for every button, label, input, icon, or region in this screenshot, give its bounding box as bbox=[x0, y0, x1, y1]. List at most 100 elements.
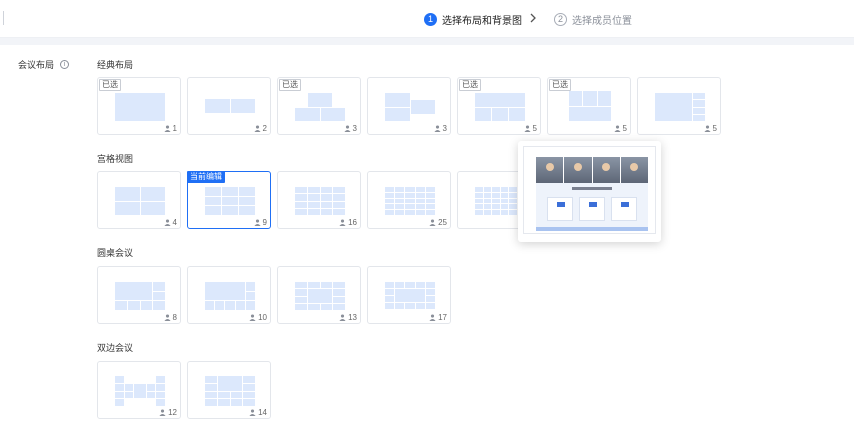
layout-thumbnail bbox=[115, 187, 165, 215]
layout-thumbnail bbox=[385, 187, 435, 215]
person-icon bbox=[343, 125, 351, 132]
member-count-value: 13 bbox=[348, 313, 357, 322]
member-count-value: 16 bbox=[348, 218, 357, 227]
member-count-value: 25 bbox=[438, 218, 447, 227]
selected-badge: 已选 bbox=[549, 79, 571, 91]
top-bar: 1 选择布局和背景图 2 选择成员位置 bbox=[0, 0, 854, 38]
layout-thumbnail bbox=[295, 282, 345, 310]
member-count: 3 bbox=[433, 124, 447, 133]
layout-thumbnail bbox=[569, 91, 611, 121]
layout-card-grid-25[interactable]: 25 bbox=[367, 171, 451, 229]
layout-thumbnail bbox=[205, 282, 255, 310]
member-count-value: 8 bbox=[172, 313, 177, 322]
layout-card-roundtable-13[interactable]: 13 bbox=[277, 266, 361, 324]
step-1-label: 选择布局和背景图 bbox=[442, 15, 522, 27]
member-count-value: 12 bbox=[168, 408, 177, 417]
layout-thumbnail bbox=[205, 376, 255, 406]
layout-card-grid-9[interactable]: 当前编辑 9 bbox=[187, 171, 271, 229]
member-count: 4 bbox=[163, 218, 177, 227]
layout-card-classic-2[interactable]: 2 bbox=[187, 77, 271, 135]
member-count: 16 bbox=[339, 218, 357, 227]
layout-card-classic-7[interactable]: 5 bbox=[637, 77, 721, 135]
preview-image bbox=[523, 146, 656, 234]
selected-badge: 已选 bbox=[459, 79, 481, 91]
layout-card-classic-1[interactable]: 已选 1 bbox=[97, 77, 181, 135]
person-icon bbox=[433, 125, 441, 132]
step-1-number: 1 bbox=[424, 12, 437, 26]
person-icon bbox=[703, 125, 711, 132]
member-count-value: 9 bbox=[262, 218, 267, 227]
meeting-layout-text: 会议布局 bbox=[18, 60, 55, 70]
layout-card-classic-6[interactable]: 已选 5 bbox=[547, 77, 631, 135]
person-icon bbox=[163, 314, 171, 321]
person-icon bbox=[613, 125, 621, 132]
layout-thumbnail bbox=[385, 93, 435, 121]
section-title-grid: 宫格视图 bbox=[97, 154, 134, 164]
person-icon bbox=[163, 125, 171, 132]
member-count: 13 bbox=[339, 313, 357, 322]
member-count: 2 bbox=[253, 124, 267, 133]
selected-badge: 已选 bbox=[99, 79, 121, 91]
layout-thumbnail bbox=[295, 187, 345, 215]
step-2-number: 2 bbox=[554, 12, 567, 26]
member-count: 1 bbox=[163, 124, 177, 133]
step-1[interactable]: 1 选择布局和背景图 bbox=[424, 11, 522, 27]
layout-card-bilateral-12[interactable]: 12 bbox=[97, 361, 181, 419]
preview-footer-bar bbox=[536, 227, 648, 231]
member-count: 5 bbox=[523, 124, 537, 133]
layout-thumbnail bbox=[115, 93, 165, 121]
left-edge-divider bbox=[3, 11, 4, 25]
member-count-value: 3 bbox=[352, 124, 357, 133]
person-icon bbox=[159, 409, 166, 416]
person-icon bbox=[249, 314, 256, 321]
person-icon bbox=[163, 219, 171, 226]
member-count: 5 bbox=[703, 124, 717, 133]
layout-thumbnail bbox=[205, 187, 255, 215]
layout-thumbnail bbox=[115, 282, 165, 310]
person-icon bbox=[429, 219, 436, 226]
member-count-value: 17 bbox=[438, 313, 447, 322]
step-2-label: 选择成员位置 bbox=[572, 15, 632, 27]
preview-participants bbox=[536, 157, 648, 183]
person-icon bbox=[339, 219, 346, 226]
member-count: 9 bbox=[253, 218, 267, 227]
info-icon[interactable]: i bbox=[60, 60, 70, 69]
header-separator bbox=[0, 38, 854, 45]
layout-card-classic-3[interactable]: 已选 3 bbox=[277, 77, 361, 135]
member-count: 3 bbox=[343, 124, 357, 133]
member-count: 8 bbox=[163, 313, 177, 322]
member-count-value: 1 bbox=[172, 124, 177, 133]
member-count-value: 2 bbox=[262, 124, 267, 133]
member-count-value: 5 bbox=[622, 124, 627, 133]
person-icon bbox=[339, 314, 346, 321]
member-count-value: 5 bbox=[712, 124, 717, 133]
layout-thumbnail bbox=[205, 99, 255, 113]
member-count-value: 3 bbox=[442, 124, 447, 133]
layout-card-roundtable-10[interactable]: 10 bbox=[187, 266, 271, 324]
layout-thumbnail bbox=[655, 93, 705, 121]
layout-card-classic-5[interactable]: 已选 5 bbox=[457, 77, 541, 135]
section-title-classic: 经典布局 bbox=[97, 60, 134, 70]
layout-card-grid-4[interactable]: 4 bbox=[97, 171, 181, 229]
step-2[interactable]: 2 选择成员位置 bbox=[554, 11, 632, 27]
member-count: 10 bbox=[249, 313, 267, 322]
member-count: 5 bbox=[613, 124, 627, 133]
member-count: 25 bbox=[429, 218, 447, 227]
chevron-right-icon bbox=[530, 13, 536, 23]
member-count-value: 5 bbox=[532, 124, 537, 133]
section-title-roundtable: 圆桌会议 bbox=[97, 248, 134, 258]
meeting-layout-label: 会议布局 i bbox=[18, 58, 70, 71]
member-count-value: 4 bbox=[172, 218, 177, 227]
layout-card-roundtable-8[interactable]: 8 bbox=[97, 266, 181, 324]
layout-thumbnail bbox=[385, 282, 435, 310]
layout-thumbnail bbox=[475, 93, 525, 121]
layout-thumbnail bbox=[295, 93, 345, 121]
person-icon bbox=[249, 409, 256, 416]
selected-badge: 已选 bbox=[279, 79, 301, 91]
layout-card-classic-4[interactable]: 3 bbox=[367, 77, 451, 135]
section-title-bilateral: 双边会议 bbox=[97, 343, 134, 353]
layout-card-grid-16[interactable]: 16 bbox=[277, 171, 361, 229]
layout-card-bilateral-14[interactable]: 14 bbox=[187, 361, 271, 419]
layout-thumbnail bbox=[115, 376, 165, 406]
layout-card-roundtable-17[interactable]: 17 bbox=[367, 266, 451, 324]
